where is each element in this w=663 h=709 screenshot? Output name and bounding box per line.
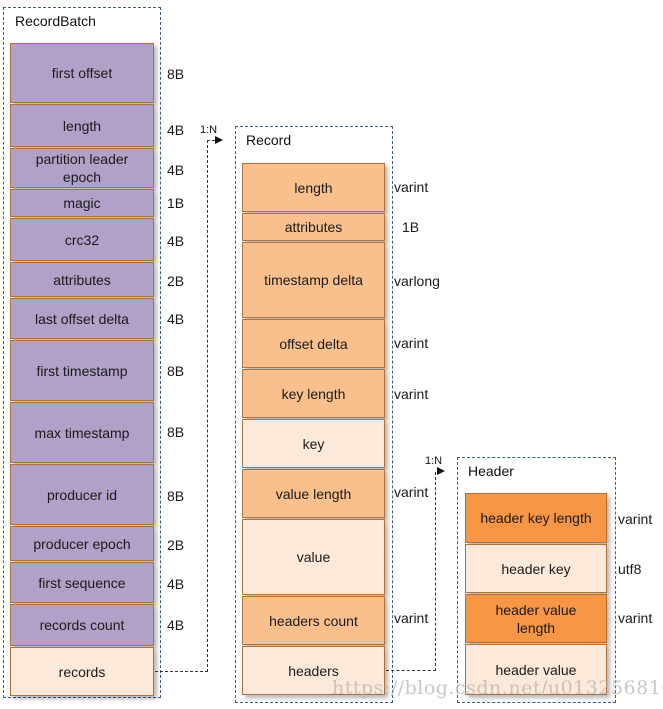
record-field-offset-delta: offset delta [242, 319, 385, 368]
rb-size-producer-epoch: 2B [167, 537, 185, 553]
rb-field-producer-id: producer id [10, 464, 154, 525]
rb-size-magic: 1B [167, 195, 185, 211]
record-field-attributes: attributes [242, 213, 385, 241]
rb-size-producer-id: 8B [167, 488, 185, 504]
rb-field-producer-epoch: producer epoch [10, 526, 154, 561]
rb-size-attributes: 2B [167, 273, 185, 289]
rb-field-first-timestamp: first timestamp [10, 340, 154, 401]
record-size-length: varint [394, 179, 429, 195]
arrow-right-icon [215, 136, 223, 144]
rb-size-last-offset-delta: 4B [167, 311, 185, 327]
rb-field-crc32: crc32 [10, 218, 154, 261]
rb-field-length: length [10, 104, 154, 147]
header-field-key: header key [465, 544, 607, 593]
rb-field-first-sequence: first sequence [10, 562, 154, 603]
record-field-timestamp-delta: timestamp delta [242, 242, 385, 318]
rb-field-records: records [10, 647, 154, 696]
record-relation-label: 1:N [200, 124, 218, 136]
rb-size-crc32: 4B [167, 233, 185, 249]
connector-records-vertical [207, 140, 208, 672]
header-size-key: utf8 [618, 561, 642, 577]
record-size-timestamp-delta: varlong [394, 273, 440, 289]
header-relation-label: 1:N [425, 455, 443, 467]
rb-size-length: 4B [167, 122, 185, 138]
record-size-attributes: 1B [402, 219, 420, 235]
connector-records-top [207, 140, 215, 141]
record-size-key-length: varint [394, 386, 429, 402]
rb-size-first-sequence: 4B [167, 576, 185, 592]
header-field-value-length: header value length [465, 594, 607, 643]
rb-size-partition-leader-epoch: 4B [167, 162, 185, 178]
header-size-key-length: varint [618, 511, 653, 527]
rb-size-max-timestamp: 8B [167, 424, 185, 440]
header-field-key-length: header key length [465, 493, 607, 543]
rb-field-max-timestamp: max timestamp [10, 402, 154, 463]
record-size-headers-count: varint [394, 610, 429, 626]
rb-size-first-timestamp: 8B [167, 363, 185, 379]
record-size-offset-delta: varint [394, 335, 429, 351]
header-size-value-length: varint [618, 610, 653, 626]
record-field-key-length: key length [242, 369, 385, 418]
rb-field-first-offset: first offset [10, 43, 154, 103]
record-batch-title: RecordBatch [15, 13, 96, 29]
record-field-value-length: value length [242, 469, 385, 518]
watermark: https://blog.csdn.net/u013256816 [332, 677, 663, 699]
rb-field-magic: magic [10, 189, 154, 217]
rb-size-records-count: 4B [167, 617, 185, 633]
record-title: Record [246, 132, 292, 148]
rb-field-last-offset-delta: last offset delta [10, 298, 154, 339]
rb-field-attributes: attributes [10, 262, 154, 297]
connector-headers-vertical [435, 472, 436, 671]
rb-size-first-offset: 8B [167, 66, 185, 82]
rb-field-records-count: records count [10, 604, 154, 646]
record-field-headers-count: headers count [242, 596, 385, 645]
connector-records-horizontal [155, 671, 208, 672]
record-field-key: key [242, 419, 385, 468]
record-size-value-length: varint [394, 484, 429, 500]
record-field-value: value [242, 519, 385, 595]
connector-headers-horizontal [386, 670, 436, 671]
arrow-right-icon [437, 467, 445, 475]
record-field-length: length [242, 163, 385, 212]
rb-field-partition-leader-epoch: partition leader epoch [10, 148, 154, 188]
header-title: Header [468, 463, 514, 479]
